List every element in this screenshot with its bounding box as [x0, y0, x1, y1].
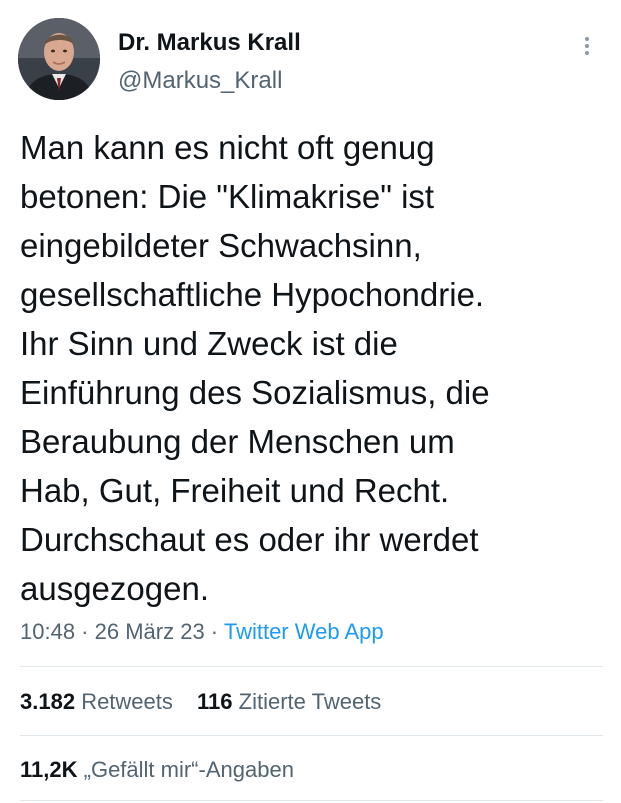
more-vertical-icon[interactable] — [577, 34, 597, 64]
quotes-count: 116 — [197, 689, 233, 714]
likes-stat[interactable]: 11,2K „Gefällt mir“-Angaben — [20, 755, 294, 785]
tweet-text-line: Durchschaut es oder ihr werdet — [20, 521, 479, 558]
tweet-text-line: betonen: Die "Klimakrise" ist — [20, 178, 435, 215]
meta-separator: · — [204, 619, 224, 644]
tweet-header: Dr. Markus Krall @Markus_Krall — [18, 18, 603, 102]
retweets-stat[interactable]: 3.182 Retweets — [20, 687, 173, 717]
quotes-label: Zitierte Tweets — [238, 689, 382, 714]
tweet-text-line: gesellschaftliche Hypochondrie. — [20, 276, 485, 313]
more-dot — [585, 44, 589, 48]
likes-label: „Gefällt mir“-Angaben — [83, 757, 294, 782]
stats-row-reposts: 3.182 Retweets 116 Zitierte Tweets — [20, 687, 399, 717]
author-names: Dr. Markus Krall @Markus_Krall — [118, 28, 301, 96]
retweets-label: Retweets — [81, 689, 173, 714]
stats-row-likes: 11,2K „Gefällt mir“-Angaben — [20, 755, 312, 785]
tweet-date[interactable]: 26 März 23 — [95, 619, 205, 644]
author-handle[interactable]: @Markus_Krall — [118, 66, 301, 96]
tweet-text-line: ausgezogen. — [20, 570, 209, 607]
divider — [20, 800, 603, 801]
divider — [20, 666, 603, 667]
tweet-text-line: Beraubung der Menschen um — [20, 423, 455, 460]
tweet-text-line: Ihr Sinn und Zweck ist die — [20, 325, 398, 362]
tweet-text: Man kann es nicht oft genug betonen: Die… — [20, 123, 605, 613]
more-dot — [585, 37, 589, 41]
quotes-stat[interactable]: 116 Zitierte Tweets — [197, 687, 381, 717]
likes-count: 11,2K — [20, 757, 78, 782]
tweet-text-line: Einführung des Sozialismus, die — [20, 374, 490, 411]
divider — [20, 735, 603, 736]
tweet-meta: 10:48 · 26 März 23 · Twitter Web App — [20, 617, 384, 647]
more-dot — [585, 51, 589, 55]
tweet-text-line: Man kann es nicht oft genug — [20, 129, 435, 166]
author-display-name[interactable]: Dr. Markus Krall — [118, 28, 301, 58]
avatar[interactable] — [18, 18, 100, 100]
tweet: Dr. Markus Krall @Markus_Krall Man kann … — [0, 0, 621, 803]
avatar-image — [18, 18, 100, 100]
tweet-time[interactable]: 10:48 — [20, 619, 75, 644]
meta-separator: · — [75, 619, 95, 644]
tweet-text-line: eingebildeter Schwachsinn, — [20, 227, 422, 264]
tweet-source-link[interactable]: Twitter Web App — [224, 619, 384, 644]
tweet-text-line: Hab, Gut, Freiheit und Recht. — [20, 472, 450, 509]
retweets-count: 3.182 — [20, 689, 76, 714]
